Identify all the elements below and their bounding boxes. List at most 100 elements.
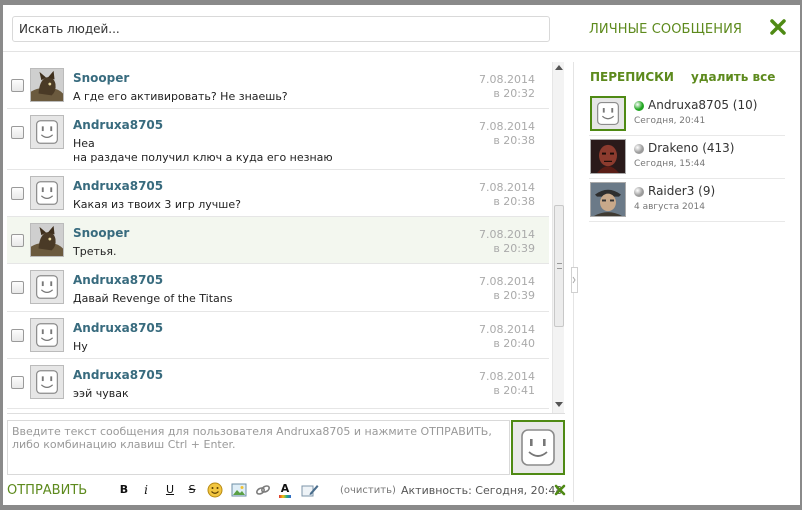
default-avatar-icon — [513, 422, 563, 473]
color-bar-icon — [279, 495, 291, 498]
message-author[interactable]: Andruxa8705 — [73, 118, 163, 132]
avatar[interactable] — [30, 270, 64, 304]
message-input[interactable] — [7, 420, 510, 475]
message-date: 7.08.2014 — [479, 120, 535, 133]
message-checkbox[interactable] — [11, 376, 24, 389]
grip-icon — [557, 263, 562, 269]
message-time: в 20:32 — [493, 87, 535, 100]
online-status-icon — [634, 101, 644, 111]
message-text: Ну — [73, 340, 88, 353]
message-checkbox[interactable] — [11, 281, 24, 294]
avatar[interactable] — [590, 139, 626, 174]
message-author[interactable]: Andruxa8705 — [73, 368, 163, 382]
underline-button[interactable]: U — [163, 482, 177, 498]
message-date: 7.08.2014 — [479, 370, 535, 383]
delete-all-button[interactable]: удалить все — [691, 70, 775, 84]
message-row[interactable]: Andruxa8705 Давай Revenge of the Titans 7.… — [7, 264, 549, 312]
clear-button[interactable]: (очистить) — [340, 485, 396, 496]
conversation-time: 4 августа 2014 — [634, 202, 705, 212]
people-search-input[interactable] — [12, 16, 550, 42]
message-date: 7.08.2014 — [479, 73, 535, 86]
my-avatar — [511, 420, 565, 475]
message-checkbox[interactable] — [11, 329, 24, 342]
snooper-avatar-icon — [31, 69, 63, 101]
send-button[interactable]: ОТПРАВИТЬ — [7, 483, 87, 498]
avatar[interactable] — [590, 182, 626, 217]
conversation-item[interactable]: Andruxa8705 (10) Сегодня, 20:41 — [589, 96, 785, 136]
avatar[interactable] — [30, 176, 64, 210]
conversation-time: Сегодня, 15:44 — [634, 159, 706, 169]
message-date: 7.08.2014 — [479, 181, 535, 194]
font-color-label: A — [280, 482, 290, 495]
message-text: Давай Revenge of the Titans — [73, 292, 233, 305]
avatar[interactable] — [30, 68, 64, 102]
message-checkbox[interactable] — [11, 234, 24, 247]
message-author[interactable]: Andruxa8705 — [73, 321, 163, 335]
message-time: в 20:41 — [493, 384, 535, 397]
conversations-title: ПЕРЕПИСКИ — [590, 70, 674, 84]
message-date: 7.08.2014 — [479, 275, 535, 288]
message-list-scrollbar[interactable] — [552, 62, 564, 413]
scroll-down-arrow-icon[interactable] — [555, 402, 563, 407]
smiley-icon[interactable] — [207, 482, 223, 498]
message-list[interactable]: Snooper А где его активировать? Не знаешь… — [7, 62, 565, 414]
avatar[interactable] — [30, 115, 64, 149]
message-time: в 20:38 — [493, 134, 535, 147]
drakeno-avatar-icon — [591, 140, 625, 173]
message-date: 7.08.2014 — [479, 323, 535, 336]
conversation-name[interactable]: Raider3 (9) — [648, 184, 715, 198]
default-avatar-icon — [31, 366, 63, 398]
message-text: ээй чувак — [73, 387, 129, 400]
offline-status-icon — [634, 144, 644, 154]
message-checkbox[interactable] — [11, 79, 24, 92]
message-author[interactable]: Snooper — [73, 71, 129, 85]
message-row[interactable]: Snooper А где его активировать? Не знаешь… — [7, 62, 549, 109]
scrollbar-thumb[interactable] — [554, 205, 564, 327]
link-icon[interactable] — [255, 482, 271, 498]
conversation-time: Сегодня, 20:41 — [634, 116, 706, 126]
strikethrough-button[interactable]: S — [185, 482, 199, 498]
message-row[interactable]: Andruxa8705 Неа на раздаче получил ключ а… — [7, 109, 549, 170]
message-text: Какая из твоих 3 игр лучше? — [73, 198, 241, 211]
message-text: Третья. — [73, 245, 117, 258]
scroll-up-arrow-icon[interactable] — [555, 65, 563, 70]
conversation-name[interactable]: Drakeno (413) — [648, 141, 734, 155]
image-icon[interactable] — [231, 482, 247, 498]
message-time: в 20:39 — [493, 242, 535, 255]
avatar[interactable] — [30, 365, 64, 399]
activity-status: Активность: Сегодня, 20:48 — [401, 484, 563, 497]
conversation-name[interactable]: Andruxa8705 (10) — [648, 98, 757, 112]
message-checkbox[interactable] — [11, 126, 24, 139]
message-row[interactable]: Andruxa8705 ээй чувак 7.08.2014 в 20:41 — [7, 359, 549, 409]
message-time: в 20:40 — [493, 337, 535, 350]
snooper-avatar-icon — [31, 224, 63, 256]
close-icon[interactable] — [553, 483, 567, 497]
message-text: Неа на раздаче получил ключ а куда его н… — [73, 137, 333, 164]
italic-button[interactable]: i — [141, 482, 151, 498]
message-author[interactable]: Andruxa8705 — [73, 273, 163, 287]
close-icon[interactable] — [768, 17, 788, 37]
font-color-button[interactable]: A — [279, 482, 291, 498]
message-author[interactable]: Snooper — [73, 226, 129, 240]
conversation-item[interactable]: Raider3 (9) 4 августа 2014 — [589, 182, 785, 222]
message-row[interactable]: Andruxa8705 Ну 7.08.2014 в 20:40 — [7, 312, 549, 359]
avatar[interactable] — [30, 318, 64, 352]
default-avatar-icon — [31, 271, 63, 303]
avatar[interactable] — [590, 96, 626, 131]
message-author[interactable]: Andruxa8705 — [73, 179, 163, 193]
bold-button[interactable]: B — [117, 482, 131, 498]
message-row[interactable]: Snooper Третья. 7.08.2014 в 20:39 — [7, 217, 549, 264]
pm-window: ЛИЧНЫЕ СООБЩЕНИЯ Snooper А где его активи… — [3, 5, 800, 505]
pm-header: ЛИЧНЫЕ СООБЩЕНИЯ — [3, 5, 800, 52]
avatar[interactable] — [30, 223, 64, 257]
chevron-right-icon — [572, 276, 576, 284]
default-avatar-icon — [31, 116, 63, 148]
resize-handle[interactable] — [571, 267, 578, 293]
message-row[interactable]: Andruxa8705 Какая из твоих 3 игр лучше? 7.… — [7, 170, 549, 217]
offline-status-icon — [634, 187, 644, 197]
quote-icon[interactable] — [301, 482, 319, 498]
message-text: А где его активировать? Не знаешь? — [73, 90, 288, 103]
conversation-item[interactable]: Drakeno (413) Сегодня, 15:44 — [589, 139, 785, 179]
message-checkbox[interactable] — [11, 187, 24, 200]
default-avatar-icon — [31, 177, 63, 209]
